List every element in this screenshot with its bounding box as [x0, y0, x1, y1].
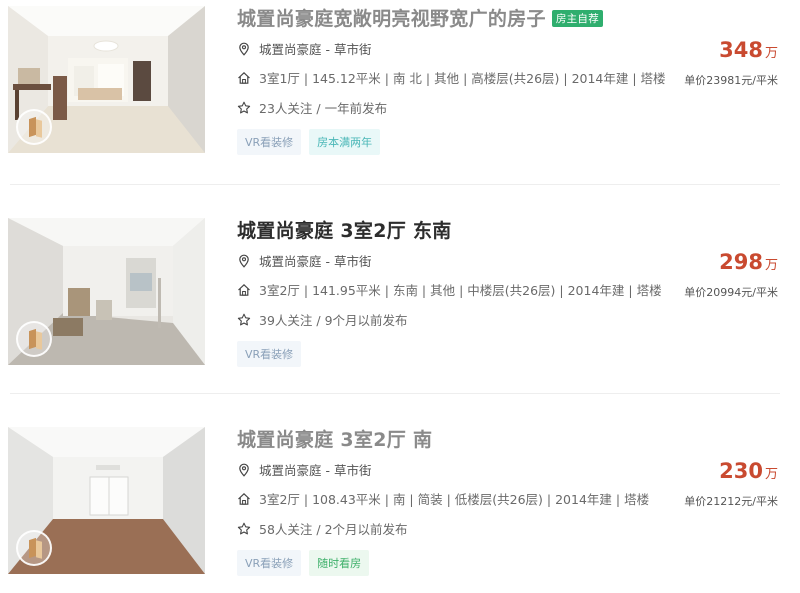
listing-photo[interactable] [8, 6, 205, 153]
house-info-text: 3室2厅 | 108.43平米 | 南 | 简装 | 低楼层(共26层) | 2… [259, 492, 650, 507]
follow-text: 23人关注 / 一年前发布 [259, 101, 388, 116]
vr-cube-icon[interactable] [16, 109, 52, 145]
listing-house-info: 3室2厅 | 141.95平米 | 东南 | 其他 | 中楼层(共26层) | … [237, 280, 662, 299]
house-icon [238, 71, 250, 84]
star-icon [237, 522, 251, 534]
listing-title[interactable]: 城置尚豪庭 3室2厅 东南 [237, 216, 452, 243]
listing-tags: VR看装修 随时看房 [237, 550, 370, 576]
total-price: 348 万 [719, 38, 778, 62]
tag-vr: VR看装修 [237, 129, 302, 155]
house-icon [238, 283, 250, 296]
location-text[interactable]: 城置尚豪庭 - 草市街 [259, 39, 371, 58]
total-price: 230 万 [719, 459, 778, 483]
listing-card[interactable]: 城置尚豪庭 3室2厅 南 城置尚豪庭 - 草市街 3室2厅 | 108.43平米… [0, 421, 800, 593]
follow-text: 39人关注 / 9个月以前发布 [259, 313, 408, 328]
tag-deed-two-years: 房本满两年 [309, 129, 381, 155]
listing-card[interactable]: 城置尚豪庭 3室2厅 东南 城置尚豪庭 - 草市街 3室2厅 | 141.95平… [0, 212, 800, 392]
location-text[interactable]: 城置尚豪庭 - 草市街 [259, 251, 371, 270]
listing-tags: VR看装修 [237, 341, 302, 367]
house-info-text: 3室2厅 | 141.95平米 | 东南 | 其他 | 中楼层(共26层) | … [259, 283, 662, 298]
price-unit: 万 [764, 46, 778, 61]
listing-title-text[interactable]: 城置尚豪庭宽敞明亮视野宽广的房子 [237, 8, 546, 30]
location-pin-icon [239, 42, 249, 56]
follow-text: 58人关注 / 2个月以前发布 [259, 522, 408, 537]
location-pin-icon [239, 254, 249, 268]
listing-follow-info: 23人关注 / 一年前发布 [237, 98, 387, 117]
tag-vr: VR看装修 [237, 550, 302, 576]
listing-title[interactable]: 城置尚豪庭宽敞明亮视野宽广的房子 房主自荐 [237, 4, 604, 31]
unit-price: 单价20994元/平米 [684, 286, 778, 299]
listing-house-info: 3室2厅 | 108.43平米 | 南 | 简装 | 低楼层(共26层) | 2… [237, 489, 649, 508]
listing-location[interactable]: 城置尚豪庭 - 草市街 [237, 39, 371, 58]
listing-divider [10, 393, 780, 394]
total-price: 298 万 [719, 250, 778, 274]
price-number: 298 [719, 250, 763, 274]
location-pin-icon [239, 463, 249, 477]
vr-cube-icon[interactable] [16, 530, 52, 566]
listing-house-info: 3室1厅 | 145.12平米 | 南 北 | 其他 | 高楼层(共26层) |… [237, 68, 666, 87]
price-unit: 万 [764, 467, 778, 482]
listing-title[interactable]: 城置尚豪庭 3室2厅 南 [237, 425, 432, 452]
house-info-text: 3室1厅 | 145.12平米 | 南 北 | 其他 | 高楼层(共26层) |… [259, 71, 666, 86]
star-icon [237, 313, 251, 325]
unit-price: 单价21212元/平米 [684, 495, 778, 508]
price-number: 230 [719, 459, 763, 483]
price-unit: 万 [764, 258, 778, 273]
house-icon [238, 492, 250, 505]
listing-photo[interactable] [8, 427, 205, 574]
listing-follow-info: 58人关注 / 2个月以前发布 [237, 519, 408, 538]
listing-divider [10, 184, 780, 185]
location-text[interactable]: 城置尚豪庭 - 草市街 [259, 460, 371, 479]
listing-card[interactable]: 城置尚豪庭宽敞明亮视野宽广的房子 房主自荐 城置尚豪庭 - 草市街 3室1厅 | … [0, 0, 800, 180]
listing-location[interactable]: 城置尚豪庭 - 草市街 [237, 460, 371, 479]
tag-vr: VR看装修 [237, 341, 302, 367]
unit-price: 单价23981元/平米 [684, 74, 778, 87]
listing-tags: VR看装修 房本满两年 [237, 129, 381, 155]
listing-follow-info: 39人关注 / 9个月以前发布 [237, 310, 408, 329]
vr-cube-icon[interactable] [16, 321, 52, 357]
listing-location[interactable]: 城置尚豪庭 - 草市街 [237, 251, 371, 270]
star-icon [237, 101, 251, 113]
price-number: 348 [719, 38, 763, 62]
listing-photo[interactable] [8, 218, 205, 365]
tag-viewing-anytime: 随时看房 [309, 550, 370, 576]
owner-recommend-tag: 房主自荐 [551, 10, 604, 27]
